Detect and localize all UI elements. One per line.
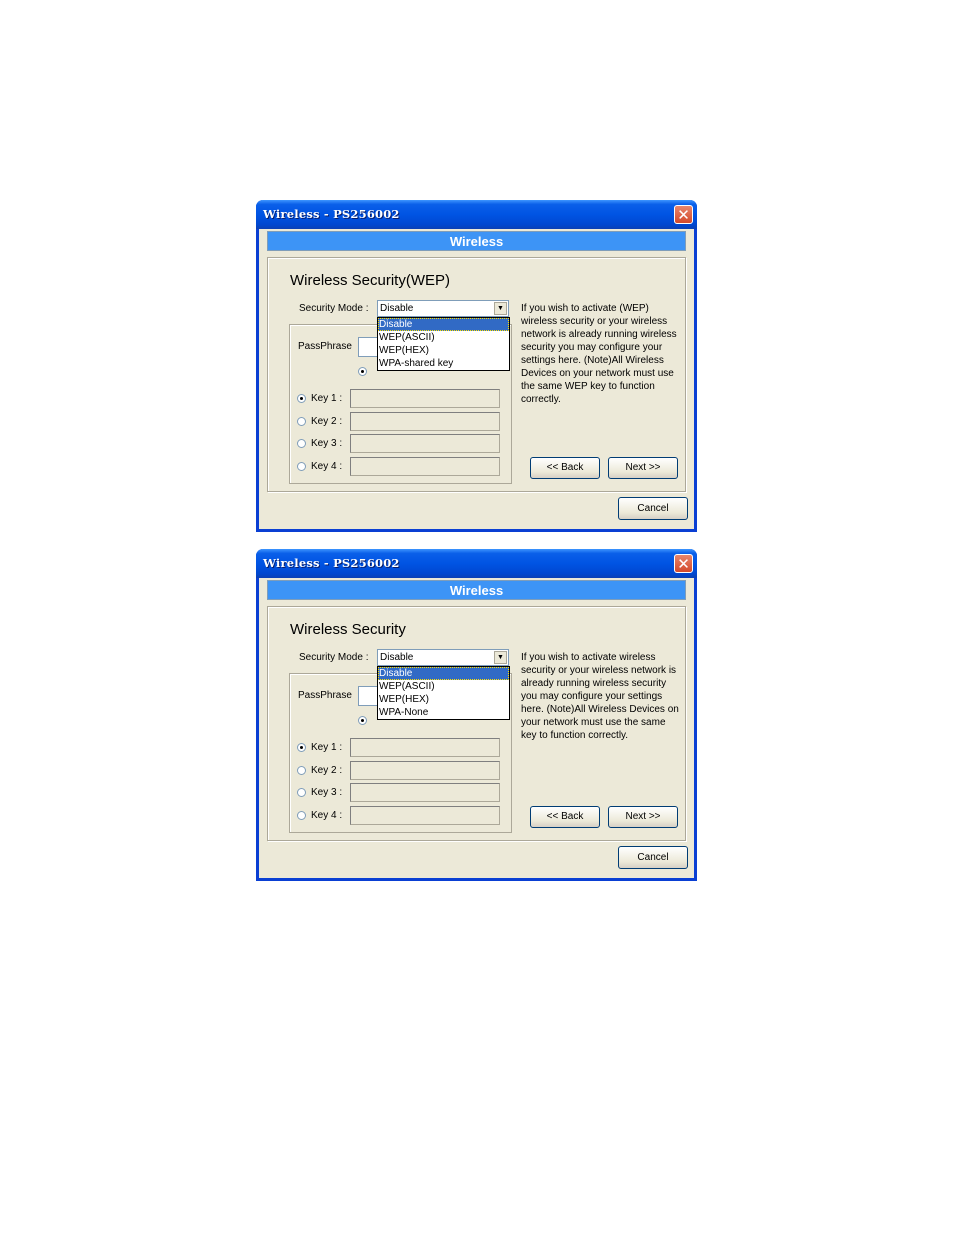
back-button[interactable]: << Back <box>530 457 600 479</box>
wireless-security-dialog: Wireless - PS256002 ✕ Wireless Wireless … <box>256 549 697 881</box>
key-label: Key 1 : <box>311 742 343 753</box>
key-label: Key 4 : <box>311 460 343 472</box>
security-mode-label: Security Mode : <box>299 652 369 663</box>
security-mode-label: Security Mode : <box>299 303 369 314</box>
key-radio[interactable] <box>297 394 306 403</box>
content-panel: Wireless Security(WEP) Security Mode : D… <box>267 257 686 492</box>
key-radio[interactable] <box>297 461 306 471</box>
cancel-button[interactable]: Cancel <box>618 497 688 520</box>
page-heading: Wireless Security <box>290 621 406 638</box>
key-radio[interactable] <box>297 743 306 752</box>
key-label: Key 3 : <box>311 787 343 798</box>
security-mode-dropdown-list: Disable WEP(ASCII) WEP(HEX) WPA-None <box>377 666 510 720</box>
key-label: Key 1 : <box>311 393 343 404</box>
generate-radio[interactable] <box>358 712 367 730</box>
key-input[interactable] <box>350 738 500 757</box>
security-mode-dropdown-list: Disable WEP(ASCII) WEP(HEX) WPA-shared key <box>377 317 510 371</box>
key-radio[interactable] <box>297 810 306 820</box>
next-button[interactable]: Next >> <box>608 806 678 828</box>
key-input[interactable] <box>350 434 500 453</box>
key-input[interactable] <box>350 783 500 802</box>
dropdown-option[interactable]: WPA-None <box>378 706 509 719</box>
dropdown-option[interactable]: Disable <box>378 667 509 680</box>
radio-dot-icon <box>358 716 367 725</box>
radio-dot-icon <box>358 367 367 376</box>
section-banner: Wireless <box>267 231 686 251</box>
passphrase-label: PassPhrase <box>298 690 352 701</box>
key-radio[interactable] <box>297 439 306 448</box>
key-label: Key 3 : <box>311 438 343 449</box>
dropdown-option[interactable]: WPA-shared key <box>378 357 509 370</box>
key-input[interactable] <box>350 389 500 408</box>
section-banner: Wireless <box>267 580 686 600</box>
window-title: Wireless - PS256002 <box>263 556 400 570</box>
key-input[interactable] <box>350 760 500 780</box>
key-radio[interactable] <box>297 765 306 775</box>
title-bar[interactable]: Wireless - PS256002 ✕ <box>256 549 697 578</box>
key-radio[interactable] <box>297 788 306 797</box>
close-icon: ✕ <box>677 555 690 573</box>
back-button[interactable]: << Back <box>530 806 600 828</box>
generate-radio[interactable] <box>358 363 367 381</box>
dropdown-option[interactable]: WEP(HEX) <box>378 344 509 357</box>
key-label: Key 4 : <box>311 809 343 821</box>
security-mode-value: Disable <box>380 652 414 663</box>
help-text: If you wish to activate (WEP) wireless s… <box>521 303 677 405</box>
wireless-wep-dialog: Wireless - PS256002 ✕ Wireless Wireless … <box>256 200 697 532</box>
security-mode-select[interactable]: Disable ▼ <box>377 649 509 666</box>
dropdown-option[interactable]: WEP(ASCII) <box>378 331 509 344</box>
dropdown-option[interactable]: WEP(HEX) <box>378 693 509 706</box>
security-mode-value: Disable <box>380 303 414 314</box>
page-heading: Wireless Security(WEP) <box>290 272 451 289</box>
passphrase-label: PassPhrase <box>298 341 352 352</box>
next-button[interactable]: Next >> <box>608 457 678 479</box>
key-label: Key 2 : <box>311 415 343 427</box>
close-button[interactable]: ✕ <box>674 205 693 224</box>
dropdown-option[interactable]: Disable <box>378 318 509 331</box>
key-input[interactable] <box>350 411 500 431</box>
content-panel: Wireless Security Security Mode : Disabl… <box>267 606 686 841</box>
help-text: If you wish to activate wireless securit… <box>521 652 679 741</box>
chevron-down-icon[interactable]: ▼ <box>494 302 507 315</box>
cancel-button[interactable]: Cancel <box>618 846 688 869</box>
key-input[interactable] <box>350 805 500 825</box>
title-bar[interactable]: Wireless - PS256002 ✕ <box>256 200 697 229</box>
key-radio[interactable] <box>297 416 306 426</box>
close-icon: ✕ <box>677 206 690 224</box>
chevron-down-icon[interactable]: ▼ <box>494 651 507 664</box>
close-button[interactable]: ✕ <box>674 554 693 573</box>
dropdown-option[interactable]: WEP(ASCII) <box>378 680 509 693</box>
key-label: Key 2 : <box>311 764 343 776</box>
security-mode-select[interactable]: Disable ▼ <box>377 300 509 317</box>
window-title: Wireless - PS256002 <box>263 207 400 221</box>
key-input[interactable] <box>350 456 500 476</box>
